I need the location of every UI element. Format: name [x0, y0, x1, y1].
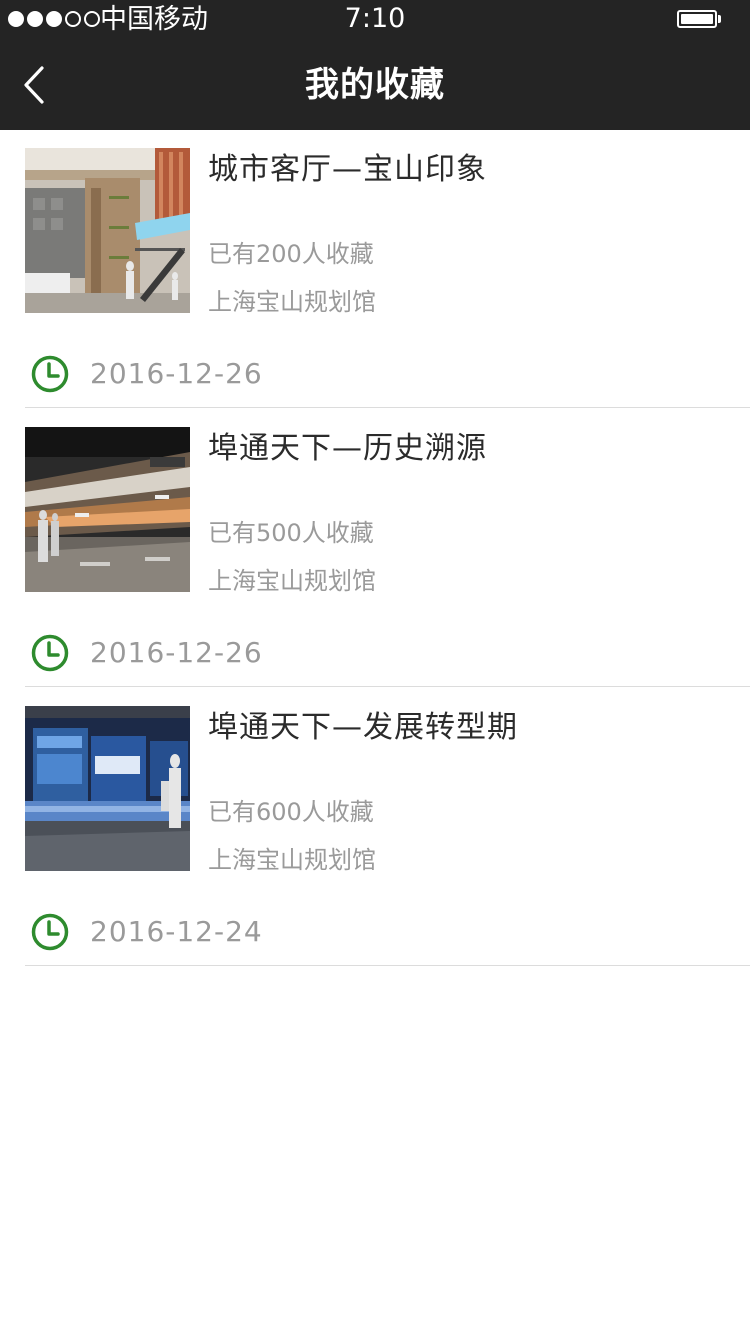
divider	[25, 965, 750, 966]
favorite-title: 城市客厅—宝山印象	[208, 152, 487, 187]
nav-bar: 我的收藏	[0, 40, 750, 130]
favorite-count: 已有600人收藏	[208, 798, 374, 826]
favorite-date: 2016-12-24	[90, 915, 263, 948]
exhibition-thumbnail	[25, 148, 190, 313]
favorite-venue: 上海宝山规划馆	[208, 288, 376, 316]
divider	[25, 407, 750, 408]
favorite-item[interactable]: 埠通天下—发展转型期 已有600人收藏 上海宝山规划馆 2016-12-24	[0, 688, 750, 967]
favorite-date: 2016-12-26	[90, 357, 263, 390]
clock-icon	[31, 355, 69, 393]
favorite-count: 已有500人收藏	[208, 519, 374, 547]
favorite-venue: 上海宝山规划馆	[208, 567, 376, 595]
favorite-venue: 上海宝山规划馆	[208, 846, 376, 874]
favorite-item[interactable]: 城市客厅—宝山印象 已有200人收藏 上海宝山规划馆 2016-12-26	[0, 130, 750, 409]
clock-icon	[31, 634, 69, 672]
clock-icon	[31, 913, 69, 951]
favorite-title: 埠通天下—发展转型期	[208, 710, 518, 745]
favorites-list: 城市客厅—宝山印象 已有200人收藏 上海宝山规划馆 2016-12-26 埠通…	[0, 130, 750, 967]
favorite-title: 埠通天下—历史溯源	[208, 431, 487, 466]
divider	[25, 686, 750, 687]
favorite-date: 2016-12-26	[90, 636, 263, 669]
battery-tip	[718, 15, 721, 23]
favorite-count: 已有200人收藏	[208, 240, 374, 268]
status-bar: 中国移动 7:10	[0, 0, 750, 40]
page-title: 我的收藏	[305, 65, 445, 105]
battery-icon	[677, 10, 717, 28]
exhibition-thumbnail	[25, 706, 190, 871]
favorite-item[interactable]: 埠通天下—历史溯源 已有500人收藏 上海宝山规划馆 2016-12-26	[0, 409, 750, 688]
exhibition-thumbnail	[25, 427, 190, 592]
status-time: 7:10	[344, 3, 406, 34]
